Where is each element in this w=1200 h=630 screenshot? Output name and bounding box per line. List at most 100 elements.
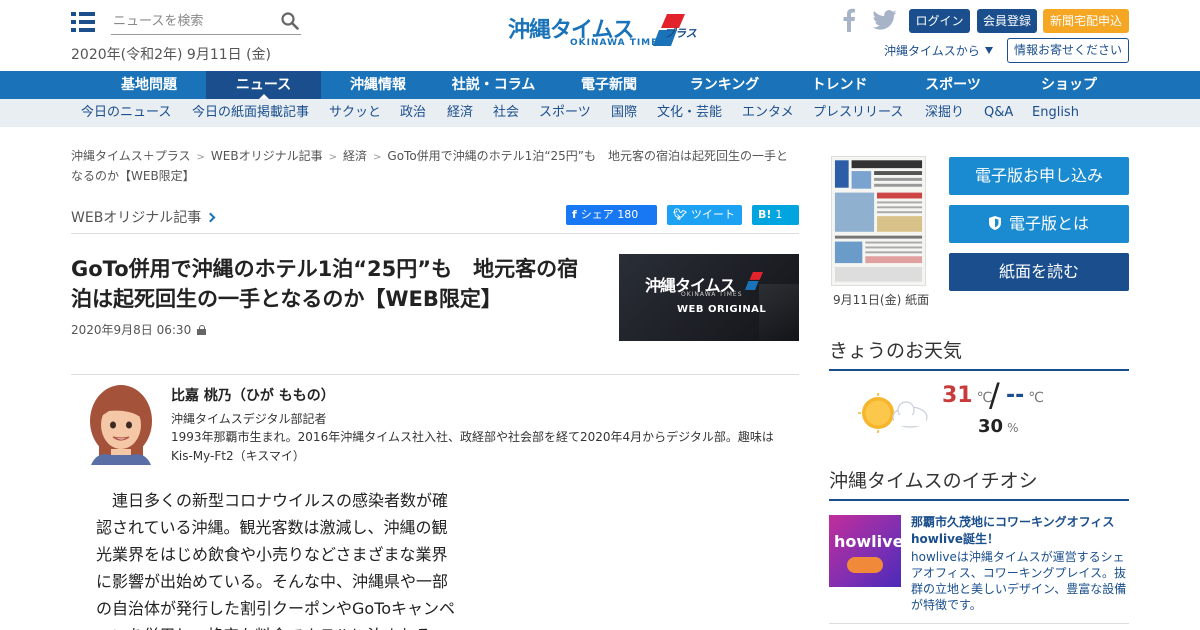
from-times-dropdown[interactable]: 沖縄タイムスから	[884, 42, 993, 59]
sub-nav-item-english[interactable]: English	[1032, 99, 1079, 127]
chevron-right-icon	[205, 212, 216, 223]
sub-nav-item-today[interactable]: 今日のニュース	[81, 99, 171, 127]
rain-probability-value: 30	[978, 416, 1004, 437]
sub-nav-item-society[interactable]: 社会	[493, 99, 519, 127]
lock-icon	[197, 325, 207, 335]
temperature-low: -- ℃	[1006, 383, 1044, 408]
main-nav-item-editorial[interactable]: 社説・コラム	[435, 71, 552, 99]
main-nav-item-shop[interactable]: ショップ	[1010, 71, 1128, 99]
e-paper-about-button[interactable]: 電子版とは	[949, 205, 1129, 243]
sub-nav-item-qa[interactable]: Q&A	[984, 99, 1013, 127]
hatena-bookmark-icon: B!	[758, 208, 772, 221]
author-avatar	[87, 385, 155, 465]
sub-nav-item-politics[interactable]: 政治	[400, 99, 426, 127]
main-nav-item-trend[interactable]: トレンド	[783, 71, 896, 99]
facebook-share-button[interactable]: f シェア 180	[566, 205, 657, 225]
temperature-separator: /	[989, 376, 1000, 414]
breadcrumb-separator-icon: >	[373, 152, 382, 163]
sub-nav-item-economy[interactable]: 経済	[447, 99, 473, 127]
publish-date: 2020年9月8日 06:30	[71, 321, 207, 338]
category-link[interactable]: WEBオリジナル記事	[71, 207, 216, 227]
main-nav: 基地問題 ニュース 沖縄情報 社説・コラム 電子新聞 ランキング トレンド スポ…	[0, 71, 1200, 99]
sub-nav-item-entertainment[interactable]: エンタメ	[742, 99, 794, 127]
facebook-icon[interactable]	[842, 8, 856, 32]
main-nav-item-okinawa-info[interactable]: 沖縄情報	[321, 71, 435, 99]
breadcrumb-home[interactable]: 沖縄タイムス＋プラス	[71, 149, 191, 163]
menu-icon[interactable]	[71, 12, 95, 33]
sub-nav: 今日のニュース 今日の紙面掲載記事 サクッと 政治 経済 社会 スポーツ 国際 …	[0, 99, 1200, 127]
sub-nav-item-print-articles[interactable]: 今日の紙面掲載記事	[192, 99, 309, 127]
hatena-bookmark-count: 1	[775, 208, 783, 221]
current-date: 2020年(令和2年) 9月11日 (金)	[71, 47, 272, 63]
temperature-high-value: 31	[942, 383, 973, 408]
twitter-share-button[interactable]: 🐦︎ ツイート	[667, 205, 742, 225]
facebook-share-label: シェア	[580, 208, 614, 221]
recommended-title[interactable]: 那覇市久茂地にコワーキングオフィスhowlive誕生！	[911, 514, 1129, 548]
recommended-image[interactable]: howlive	[829, 515, 901, 587]
weather-heading: きょうのお天気	[829, 336, 1129, 371]
sub-nav-item-quick[interactable]: サクッと	[329, 99, 381, 127]
hatena-bookmark-button[interactable]: B! 1	[752, 205, 799, 225]
author-name: 比嘉 桃乃（ひが ももの）	[171, 388, 335, 404]
rain-probability: 30%	[978, 416, 1018, 437]
sub-nav-item-press-release[interactable]: プレスリリース	[813, 99, 903, 127]
thumbnail-caption: WEB ORIGINAL	[677, 304, 767, 315]
sub-nav-item-culture[interactable]: 文化・芸能	[657, 99, 722, 127]
main-nav-item-sports[interactable]: スポーツ	[896, 71, 1010, 99]
divider	[71, 374, 799, 375]
article-body: 連日多くの新型コロナウイルスの感染者数が確認されている沖縄。観光客数は激減し、沖…	[96, 491, 456, 630]
read-paper-button[interactable]: 紙面を読む	[949, 253, 1129, 291]
facebook-icon: f	[572, 208, 577, 221]
register-button[interactable]: 会員登録	[977, 9, 1037, 33]
recommended-description[interactable]: howliveは沖縄タイムスが運営するシェアオフィス、コワーキングプレイス。抜群…	[911, 549, 1129, 613]
divider	[71, 233, 799, 234]
fish-icon	[847, 557, 883, 573]
breadcrumb: 沖縄タイムス＋プラス > WEBオリジナル記事 > 経済 > GoTo併用で沖縄のホテル1泊…	[71, 147, 799, 185]
send-info-button[interactable]: 情報お寄せください	[1007, 38, 1129, 63]
site-header: 2020年(令和2年) 9月11日 (金) 沖縄タイムス OKINAWA TIM…	[0, 0, 1200, 71]
sun-cloud-icon	[858, 393, 928, 433]
search-box	[111, 8, 301, 35]
sub-nav-item-international[interactable]: 国際	[611, 99, 637, 127]
article-thumbnail: 沖縄タイムス OKINAWA TIMES WEB ORIGINAL	[619, 254, 799, 341]
twitter-share-label: ツイート	[690, 208, 735, 221]
caret-down-icon	[984, 47, 993, 54]
facebook-share-count: 180	[617, 208, 639, 221]
login-button[interactable]: ログイン	[909, 9, 970, 33]
main-nav-item-base[interactable]: 基地問題	[92, 71, 206, 99]
breadcrumb-separator-icon: >	[328, 152, 337, 163]
logo-mark-icon	[745, 272, 763, 290]
search-input[interactable]	[111, 8, 271, 34]
main-nav-item-news[interactable]: ニュース	[206, 71, 321, 99]
temperature-low-value: --	[1006, 383, 1025, 408]
recommended-heading: 沖縄タイムスのイチオシ	[829, 466, 1129, 501]
main-nav-item-ranking[interactable]: ランキング	[666, 71, 783, 99]
e-paper-about-label: 電子版とは	[1008, 214, 1089, 233]
recommended-image-text: howlive	[834, 532, 901, 551]
breadcrumb-web-original[interactable]: WEBオリジナル記事	[211, 149, 323, 163]
sub-nav-item-deep-dive[interactable]: 深掘り	[925, 99, 964, 127]
twitter-icon[interactable]	[872, 10, 897, 30]
breadcrumb-economy[interactable]: 経済	[343, 149, 367, 163]
divider	[829, 623, 1129, 624]
logo-plus-text: プラス	[664, 27, 697, 40]
from-times-label: 沖縄タイムスから	[884, 44, 980, 58]
logo-subtext: OKINAWA TIMES	[570, 38, 666, 48]
category-label: WEBオリジナル記事	[71, 210, 202, 226]
breadcrumb-separator-icon: >	[196, 152, 205, 163]
sub-nav-item-sports[interactable]: スポーツ	[539, 99, 591, 127]
publish-date-text: 2020年9月8日 06:30	[71, 323, 192, 337]
author-title: 沖縄タイムスデジタル部記者	[171, 412, 327, 426]
twitter-icon: 🐦︎	[673, 208, 687, 221]
author-bio: 1993年那覇市生まれ。2016年沖縄タイムス社入社、政経部や社会部を経て202…	[171, 430, 774, 463]
search-icon[interactable]	[281, 12, 299, 30]
temperature-high: 31 ℃	[942, 383, 992, 408]
delivery-signup-button[interactable]: 新聞宅配申込	[1043, 9, 1129, 33]
e-paper-apply-button[interactable]: 電子版お申し込み	[949, 157, 1129, 195]
newspaper-caption: 9月11日(金) 紙面	[833, 293, 930, 307]
shield-icon	[988, 216, 1001, 230]
rain-probability-unit: %	[1007, 421, 1019, 435]
site-logo[interactable]: 沖縄タイムス OKINAWA TIMES プラス	[508, 12, 697, 52]
main-nav-item-e-paper[interactable]: 電子新聞	[552, 71, 666, 99]
newspaper-thumbnail[interactable]	[831, 156, 926, 286]
